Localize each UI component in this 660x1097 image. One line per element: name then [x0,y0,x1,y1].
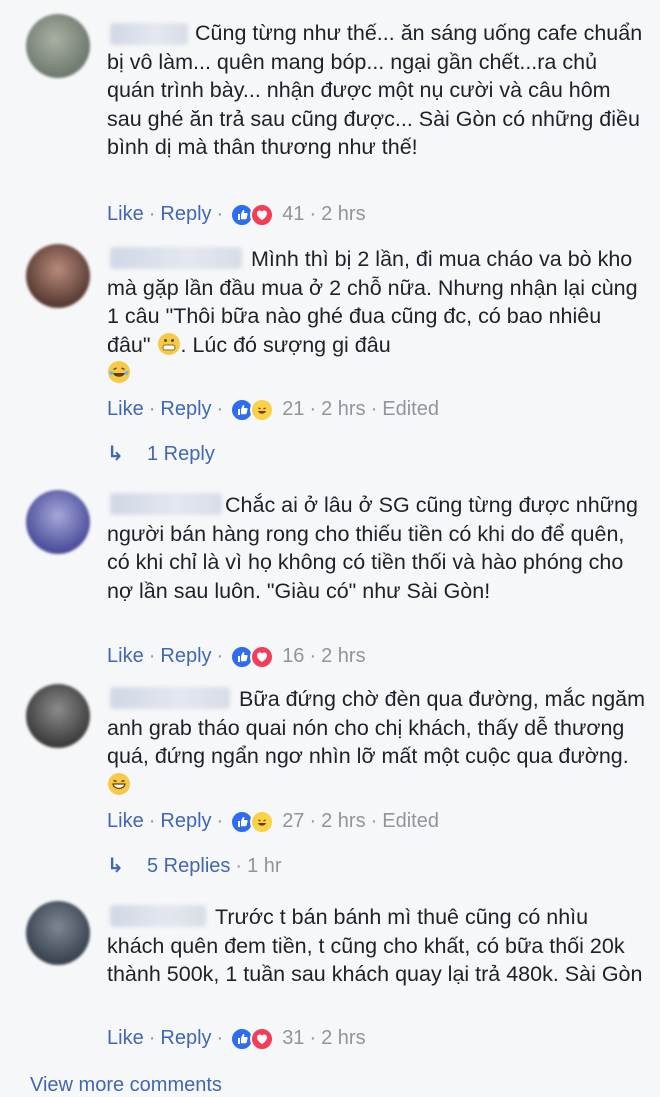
edited-label[interactable]: Edited [382,398,439,420]
reply-arrow-icon: ↳ [107,855,124,877]
view-more-comments-link[interactable]: View more comments [30,1074,222,1097]
reply-button[interactable]: Reply [160,398,211,420]
grinning-emoji-icon [108,772,130,795]
comment-actions: Like · Reply · 41 · 2 hrs [107,199,366,229]
reaction-count[interactable]: 27 [282,810,304,832]
love-icon [250,644,275,669]
reaction-count[interactable]: 41 [282,203,304,225]
comment-text: Trước t bán bánh mì thuê cũng có nhìu kh… [107,905,643,986]
view-replies[interactable]: ↳ 1 Reply [107,439,215,469]
comment-text: Cũng từng như thế... ăn sáng uống cafe c… [107,21,643,159]
reactions[interactable] [230,809,278,835]
reactions[interactable] [230,1026,278,1052]
comment-actions: Like · Reply · 16 · 2 hrs [107,641,366,671]
comment-text: Mình thì bị 2 lần, đi mua cháo va bò kho… [107,245,647,388]
haha-icon [250,809,275,834]
reply-button[interactable]: Reply [160,1027,211,1049]
reactions[interactable] [230,202,278,228]
like-button[interactable]: Like [107,645,144,667]
reaction-count[interactable]: 16 [282,645,304,667]
tears-of-joy-emoji-icon [108,361,130,383]
comment-actions: Like · Reply · 21 · 2 hrs · Edited [107,394,439,424]
avatar[interactable] [26,684,90,748]
like-button[interactable]: Like [107,1027,144,1049]
haha-icon [250,397,275,422]
reply-button[interactable]: Reply [160,645,211,667]
reactions[interactable] [230,644,278,670]
timestamp[interactable]: 2 hrs [321,203,365,225]
like-button[interactable]: Like [107,810,144,832]
like-button[interactable]: Like [107,398,144,420]
timestamp[interactable]: 2 hrs [321,645,365,667]
reaction-count[interactable]: 31 [282,1027,304,1049]
comment-actions: Like · Reply · 31 · 2 hrs [107,1023,366,1053]
reply-button[interactable]: Reply [160,810,211,832]
avatar[interactable] [26,901,90,965]
view-replies[interactable]: ↳ 5 Replies · 1 hr [107,851,282,881]
timestamp[interactable]: 2 hrs [321,398,365,420]
like-button[interactable]: Like [107,203,144,225]
reply-button[interactable]: Reply [160,203,211,225]
avatar[interactable] [26,244,90,308]
edited-label[interactable]: Edited [382,810,439,832]
avatar[interactable] [26,490,90,554]
love-icon [250,1026,275,1051]
love-icon [250,202,275,227]
comment-text: Chắc ai ở lâu ở SG cũng từng được những … [107,493,638,603]
reaction-count[interactable]: 21 [282,398,304,420]
comment-text: Bữa đứng chờ đèn qua đường, mắc ngăm anh… [107,685,647,799]
replies-timestamp[interactable]: 1 hr [247,855,281,877]
timestamp[interactable]: 2 hrs [321,1027,365,1049]
grimacing-emoji-icon [157,332,180,355]
avatar[interactable] [26,14,90,78]
reactions[interactable] [230,397,278,423]
comment-actions: Like · Reply · 27 · 2 hrs · Edited [107,806,439,836]
timestamp[interactable]: 2 hrs [321,810,365,832]
reply-arrow-icon: ↳ [107,443,124,465]
